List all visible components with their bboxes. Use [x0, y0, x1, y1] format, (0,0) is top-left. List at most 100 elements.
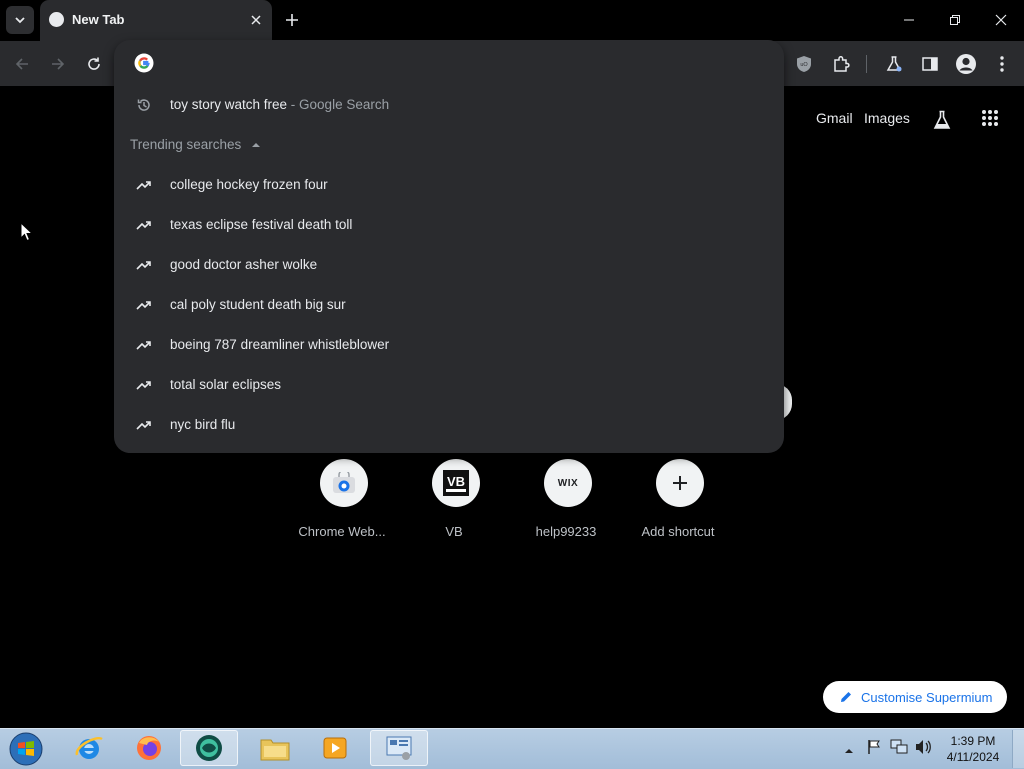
trending-icon — [134, 215, 154, 235]
side-panel-button[interactable] — [918, 52, 942, 76]
trending-icon — [134, 335, 154, 355]
plus-icon — [286, 14, 298, 26]
close-icon — [995, 14, 1007, 26]
suggestion-text: nyc bird flu — [170, 417, 236, 432]
images-link[interactable]: Images — [864, 110, 910, 126]
menu-button[interactable] — [990, 52, 1014, 76]
back-button[interactable] — [10, 52, 34, 76]
restore-icon — [950, 15, 960, 25]
tab-title: New Tab — [72, 12, 125, 27]
puzzle-icon — [834, 55, 850, 72]
profile-button[interactable] — [954, 52, 978, 76]
more-vertical-icon — [1000, 56, 1004, 72]
supermium-icon — [196, 735, 222, 761]
tab-close-button[interactable] — [246, 10, 266, 30]
suggestion-text: boeing 787 dreamliner whistleblower — [170, 337, 390, 352]
clock-date: 4/11/2024 — [946, 750, 1000, 764]
media-player-icon — [323, 737, 347, 759]
trending-icon — [134, 175, 154, 195]
suggestion-text: good doctor asher wolke — [170, 257, 318, 272]
add-shortcut-button[interactable] — [656, 459, 704, 507]
shortcut-vb[interactable]: VB — [432, 459, 480, 507]
taskbar-media-player[interactable] — [306, 730, 364, 766]
close-icon — [251, 15, 261, 25]
shortcut-label: Chrome Web... — [298, 524, 386, 539]
mouse-cursor-icon — [20, 221, 34, 247]
vb-logo-icon: VB — [443, 470, 469, 496]
google-apps-button[interactable] — [978, 106, 1002, 130]
internet-explorer-icon — [75, 736, 103, 759]
pencil-icon — [841, 692, 851, 702]
system-clock[interactable]: 1:39 PM 4/11/2024 — [938, 733, 1008, 765]
suggestion-text: cal poly student death big sur — [170, 297, 346, 312]
clock-time: 1:39 PM — [950, 734, 996, 748]
labs-ntp-button[interactable] — [930, 108, 954, 132]
minimize-icon — [904, 19, 914, 21]
taskbar-file-explorer[interactable] — [246, 730, 304, 766]
start-button[interactable] — [6, 731, 46, 767]
side-panel-icon — [922, 57, 938, 71]
caret-up-icon — [252, 143, 261, 147]
taskbar-firefox[interactable] — [120, 730, 178, 766]
svg-text:uO: uO — [800, 62, 808, 68]
taskbar-internet-explorer[interactable] — [60, 730, 118, 766]
suggestion-text: college hockey frozen four — [170, 177, 328, 192]
history-icon — [134, 95, 154, 115]
taskbar-control-panel[interactable] — [370, 730, 428, 766]
wix-logo-icon: WIX — [557, 477, 579, 489]
suggestion-text: texas eclipse festival death toll — [170, 217, 353, 232]
plus-icon — [673, 476, 687, 490]
trending-header[interactable]: Trending searches — [130, 137, 261, 152]
reload-button[interactable] — [82, 52, 106, 76]
forward-button[interactable] — [46, 52, 70, 76]
tray-expand-icon[interactable] — [844, 742, 854, 760]
apps-grid-icon — [982, 110, 998, 126]
shortcut-label: VB — [445, 524, 463, 539]
ublock-extension-button[interactable]: uO — [792, 52, 816, 76]
volume-icon[interactable] — [914, 739, 932, 760]
windows-start-orb-icon — [9, 732, 43, 766]
minimize-button[interactable] — [886, 0, 932, 40]
network-icon[interactable] — [890, 739, 908, 760]
gmail-link[interactable]: Gmail — [816, 110, 853, 126]
labs-button[interactable] — [882, 52, 906, 76]
suggestion-query: toy story watch free — [170, 97, 288, 112]
control-panel-icon — [386, 736, 412, 760]
arrow-left-icon — [15, 58, 28, 70]
toolbar-divider — [866, 55, 867, 73]
extensions-button[interactable] — [829, 52, 853, 76]
folder-icon — [260, 739, 290, 761]
trending-icon — [134, 295, 154, 315]
suggestion-history-text: toy story watch free - Google Search — [170, 97, 389, 112]
customise-label: Customise Supermium — [861, 689, 993, 705]
reload-icon — [88, 57, 100, 70]
avatar-icon — [956, 54, 976, 74]
shortcut-help99233[interactable]: WIX — [544, 459, 592, 507]
taskbar-supermium[interactable] — [180, 730, 238, 766]
customise-button[interactable]: Customise Supermium — [823, 681, 1007, 713]
firefox-icon — [137, 736, 161, 760]
shortcut-chrome-web-store[interactable] — [320, 459, 368, 507]
restore-button[interactable] — [932, 0, 978, 40]
suggestion-suffix: - Google Search — [287, 97, 390, 112]
trending-icon — [134, 255, 154, 275]
shortcut-label: help99233 — [535, 524, 597, 539]
trending-icon — [134, 415, 154, 435]
ublock-shield-icon: uO — [797, 56, 811, 72]
google-g-icon — [134, 53, 154, 73]
action-center-flag-icon[interactable] — [866, 739, 882, 760]
window-close-button[interactable] — [978, 0, 1024, 40]
trending-icon — [134, 375, 154, 395]
flask-icon — [886, 56, 902, 72]
omnibox-input[interactable] — [170, 50, 764, 78]
trending-header-label: Trending searches — [130, 137, 242, 152]
shortcut-label: Add shortcut — [641, 524, 715, 539]
new-tab-button[interactable] — [280, 8, 304, 32]
tab-favicon-icon — [49, 12, 64, 27]
show-desktop-button[interactable] — [1012, 730, 1024, 768]
chevron-down-icon — [15, 17, 25, 24]
flask-icon — [933, 110, 951, 129]
chrome-web-store-icon — [333, 472, 355, 493]
tab-search-button[interactable] — [6, 6, 34, 34]
arrow-right-icon — [52, 58, 65, 70]
